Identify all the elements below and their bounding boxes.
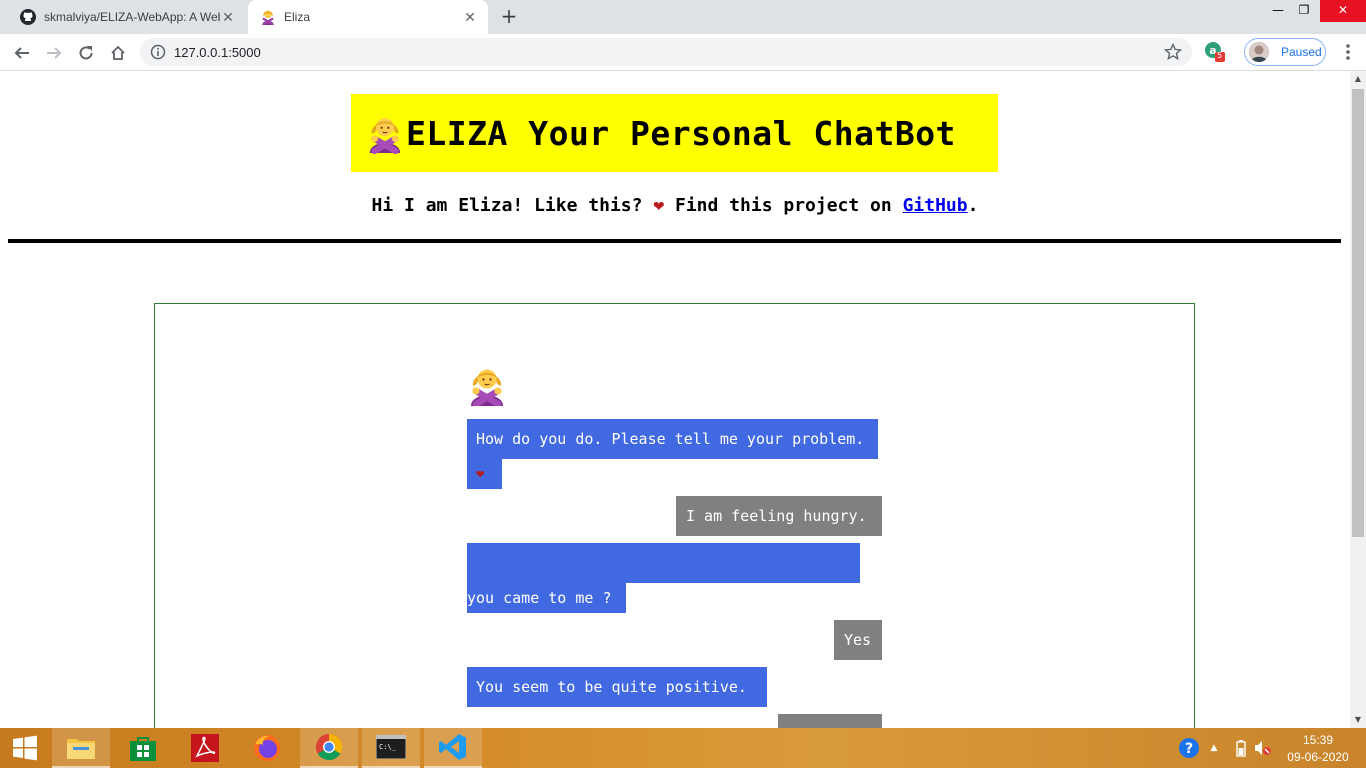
github-icon xyxy=(20,9,36,25)
svg-text:C:\_: C:\_ xyxy=(379,743,397,751)
tab-title: skmalviya/ELIZA-WebApp: A Web xyxy=(44,10,220,24)
message-text: I am feeling hungry. xyxy=(686,507,867,525)
bot-avatar-icon xyxy=(471,369,503,406)
clock-date: 09-06-2020 xyxy=(1287,750,1349,764)
scroll-thumb[interactable] xyxy=(1352,89,1364,537)
page-viewport: ELIZA Your Personal ChatBot Hi I am Eliz… xyxy=(0,71,1350,728)
page-title: ELIZA Your Personal ChatBot xyxy=(406,113,956,153)
extension-badge: 5 xyxy=(1217,51,1223,60)
clock-time: 15:39 xyxy=(1302,733,1334,747)
extension-icon[interactable]: a 5 xyxy=(1204,41,1226,63)
close-tab-icon[interactable]: ✕ xyxy=(220,9,236,25)
tagline-text-middle: Find this project on xyxy=(664,195,903,216)
no-gesture-emoji-icon xyxy=(369,118,401,154)
user-message: Yes xyxy=(834,620,882,660)
show-hidden-icons-icon[interactable]: ▲ xyxy=(1206,728,1222,768)
bookmark-star-icon[interactable] xyxy=(1164,43,1182,61)
volume-muted-icon[interactable] xyxy=(1252,728,1274,768)
chat-window: How do you do. Please tell me your probl… xyxy=(154,303,1195,728)
no-gesture-emoji-icon xyxy=(262,10,274,25)
close-tab-icon[interactable]: ✕ xyxy=(462,9,478,25)
new-tab-button[interactable]: + xyxy=(498,6,520,28)
tagline-suffix: . xyxy=(967,195,979,216)
chrome-icon[interactable] xyxy=(300,728,358,768)
tab-github[interactable]: skmalviya/ELIZA-WebApp: A Web ✕ xyxy=(8,0,246,34)
tagline-text: Hi I am Eliza! Like this? xyxy=(371,195,643,216)
restore-icon[interactable]: ❐ xyxy=(1288,0,1320,22)
reload-icon[interactable] xyxy=(73,40,99,66)
clock[interactable]: 15:39 09-06-2020 xyxy=(1278,732,1358,766)
home-icon[interactable] xyxy=(105,40,131,66)
vscode-icon[interactable] xyxy=(424,728,482,768)
divider xyxy=(8,239,1341,243)
scroll-down-icon[interactable]: ▼ xyxy=(1350,712,1366,728)
back-icon[interactable] xyxy=(9,40,35,66)
bot-message-continued: you came to me ? xyxy=(467,583,626,613)
profile-status: Paused xyxy=(1281,45,1322,59)
bot-message: Is it because you are feeling hungry tha… xyxy=(467,543,903,602)
message-text: How do you do. Please tell me your probl… xyxy=(476,430,865,448)
tab-strip: skmalviya/ELIZA-WebApp: A Web ✕ Eliza ✕ … xyxy=(0,0,1366,34)
tagline: Hi I am Eliza! Like this? ❤ Find this pr… xyxy=(0,195,1350,216)
page-scrollbar[interactable]: ▲ ▼ xyxy=(1350,71,1366,728)
bot-message: How do you do. Please tell me your probl… xyxy=(467,419,878,459)
store-icon[interactable] xyxy=(114,728,172,768)
github-link[interactable]: GitHub xyxy=(903,195,968,216)
message-text: Yes xyxy=(844,631,872,649)
address-bar[interactable]: 127.0.0.1:5000 xyxy=(140,38,1192,66)
url-text: 127.0.0.1:5000 xyxy=(174,44,261,60)
scroll-up-icon[interactable]: ▲ xyxy=(1350,71,1366,87)
forward-icon[interactable] xyxy=(41,40,67,66)
browser-toolbar: 127.0.0.1:5000 a 5 Paused xyxy=(0,34,1366,71)
page-header: ELIZA Your Personal ChatBot xyxy=(351,94,998,172)
close-window-icon[interactable]: ✕ xyxy=(1320,0,1366,22)
info-icon[interactable] xyxy=(150,44,166,60)
windows-taskbar: C:\_ ? ▲ 15:39 09-06-2020 xyxy=(0,728,1366,768)
more-menu-icon[interactable] xyxy=(1338,42,1358,62)
tab-eliza[interactable]: Eliza ✕ xyxy=(248,0,488,34)
user-message-partial xyxy=(778,714,882,728)
svg-text:?: ? xyxy=(1185,741,1193,757)
tab-title: Eliza xyxy=(284,10,311,24)
heart-icon: ❤ xyxy=(653,195,665,216)
cmd-icon[interactable]: C:\_ xyxy=(362,728,420,768)
help-icon[interactable]: ? xyxy=(1176,728,1202,768)
profile-button[interactable]: Paused xyxy=(1244,38,1326,66)
acrobat-icon[interactable] xyxy=(176,728,234,768)
file-explorer-icon[interactable] xyxy=(52,728,110,768)
user-message: I am feeling hungry. xyxy=(676,496,882,536)
heart-icon: ❤ xyxy=(467,459,502,489)
firefox-icon[interactable] xyxy=(238,728,296,768)
battery-icon[interactable] xyxy=(1232,728,1250,768)
start-icon[interactable] xyxy=(0,728,50,768)
bot-message: You seem to be quite positive. xyxy=(467,667,767,707)
message-text: You seem to be quite positive. xyxy=(476,678,747,696)
avatar xyxy=(1249,42,1269,62)
